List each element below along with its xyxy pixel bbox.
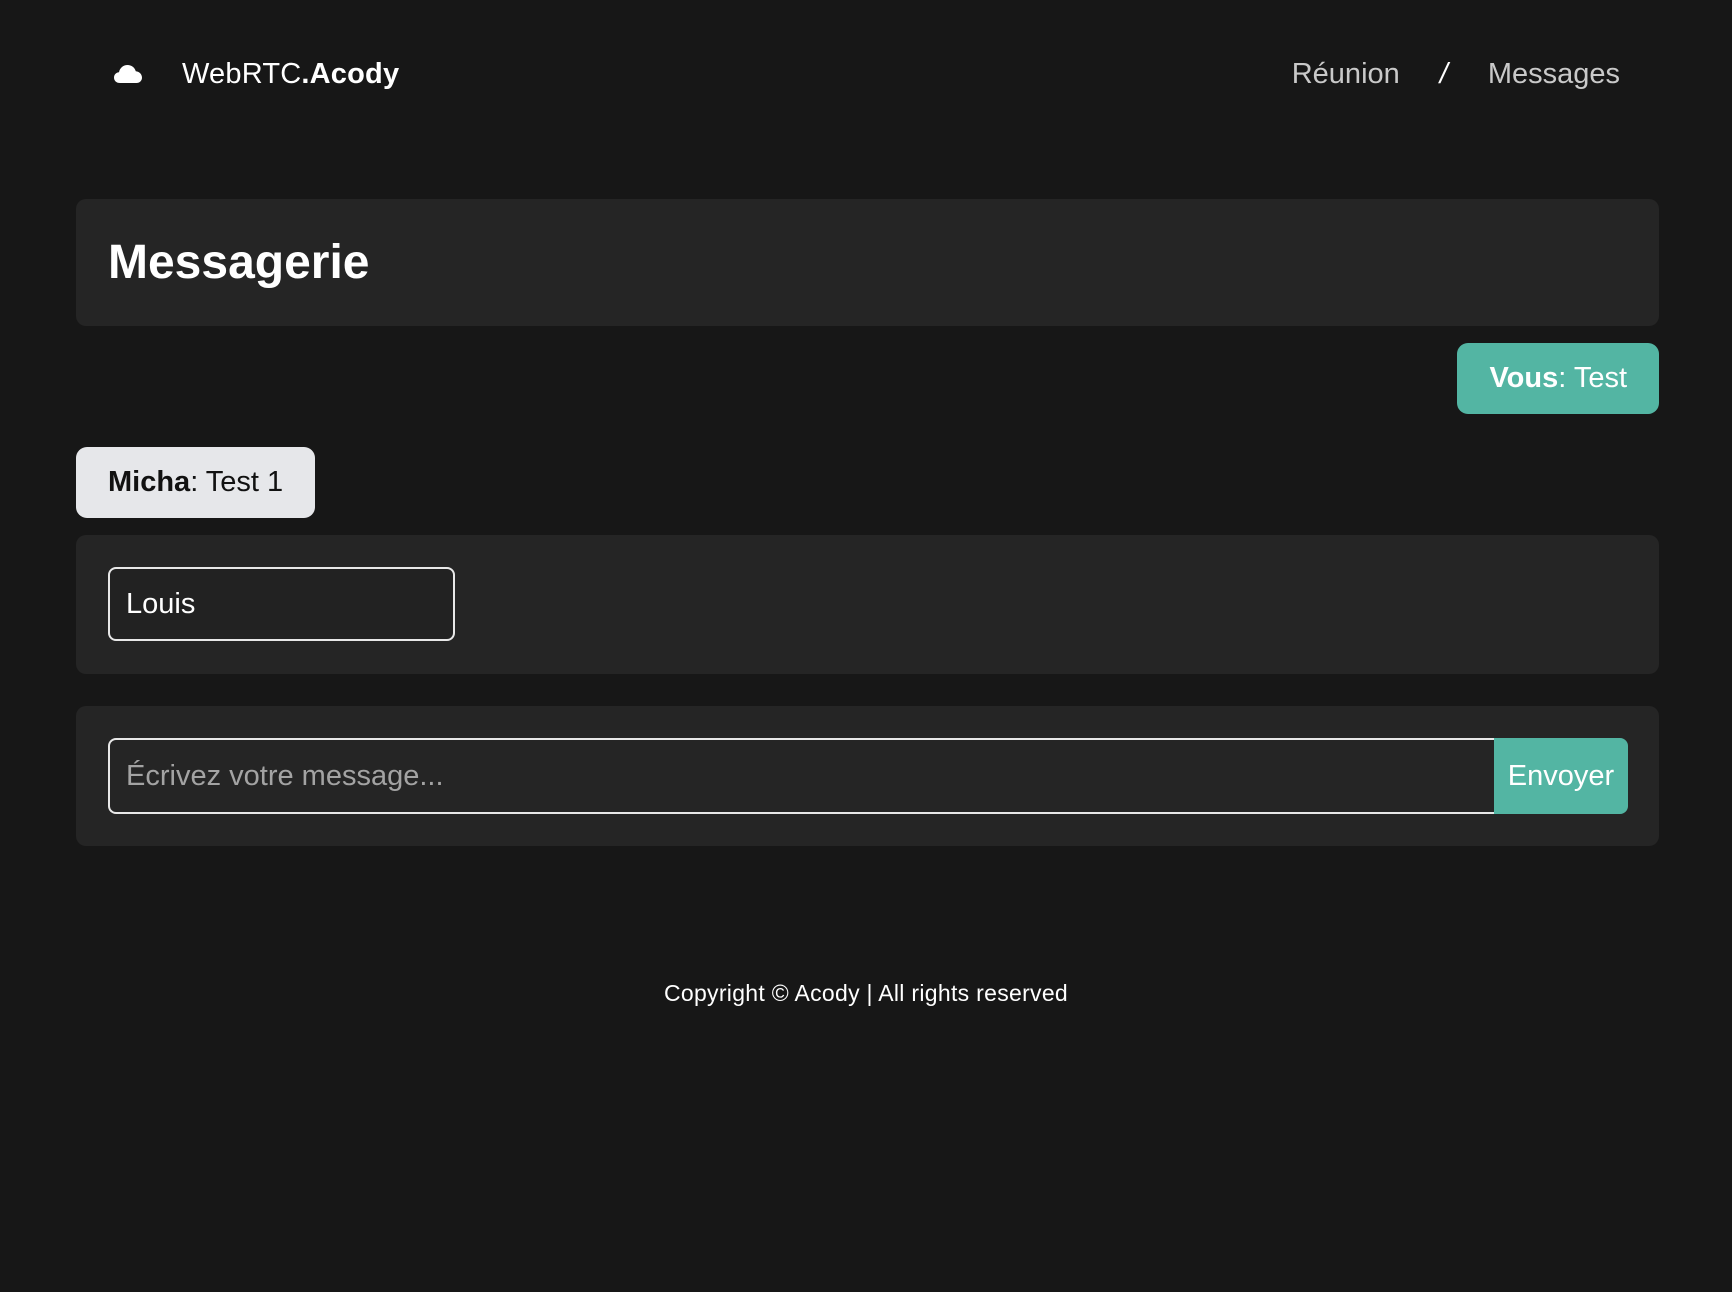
message-text: Test 1 <box>198 466 284 498</box>
message-text: Test <box>1566 362 1627 394</box>
message-separator: : <box>1558 362 1567 394</box>
copyright-text: Copyright © Acody | All rights reserved <box>663 980 1069 1006</box>
message-input[interactable] <box>108 738 1494 814</box>
page-title: Messagerie <box>108 236 370 289</box>
brand-name: WebRTC.Acody <box>182 58 399 91</box>
message-sender: Vous <box>1489 362 1559 394</box>
nav-link-reunion[interactable]: Réunion <box>1292 58 1400 91</box>
footer: Copyright © Acody | All rights reserved <box>0 980 1732 1007</box>
message-sender: Micha <box>108 466 191 498</box>
main-nav: Réunion / Messages <box>1292 54 1620 94</box>
send-button[interactable]: Envoyer <box>1494 738 1628 814</box>
message-bubble-outgoing: Vous: Test <box>1457 343 1659 414</box>
message-separator: : <box>190 466 199 498</box>
brand[interactable]: WebRTC.Acody <box>114 54 399 94</box>
nav-separator: / <box>1439 57 1448 90</box>
brand-prefix: WebRTC <box>182 57 302 90</box>
name-card <box>76 535 1659 674</box>
compose-card: Envoyer <box>76 706 1659 846</box>
name-input[interactable] <box>108 567 455 641</box>
message-bubble-incoming: Micha: Test 1 <box>76 447 316 518</box>
brand-suffix: .Acody <box>301 57 400 90</box>
site-header: WebRTC.Acody Réunion / Messages <box>0 0 1732 150</box>
title-card: Messagerie <box>76 199 1659 326</box>
cloud-icon <box>114 64 142 84</box>
nav-link-messages[interactable]: Messages <box>1488 58 1620 91</box>
